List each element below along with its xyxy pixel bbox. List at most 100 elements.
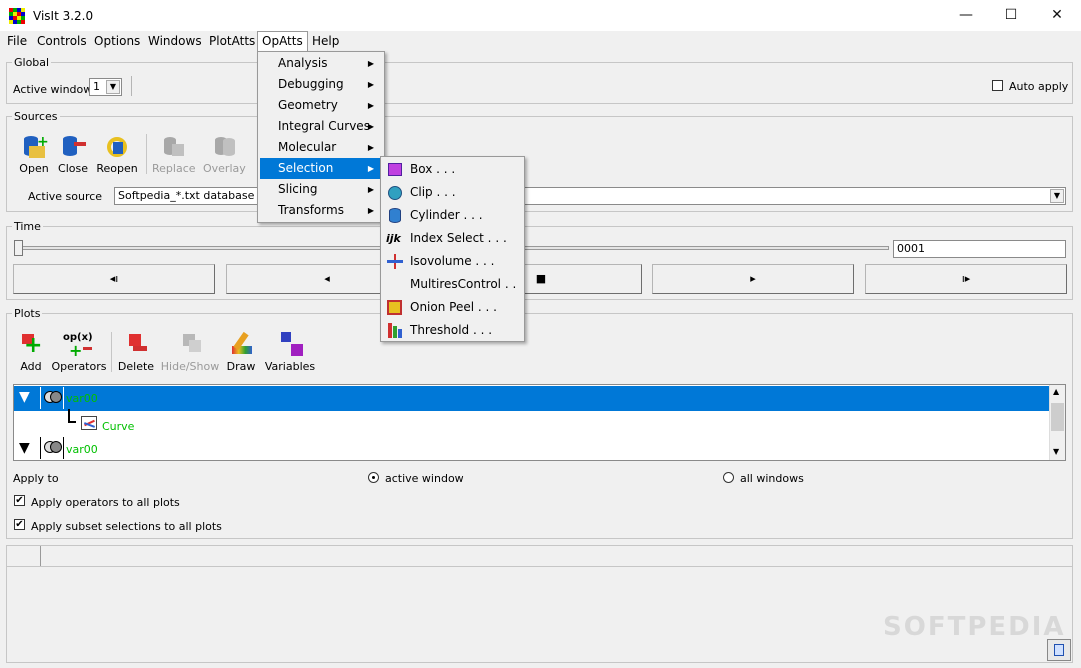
- last-frame-button[interactable]: ı▸: [865, 264, 1067, 294]
- replace-icon: [160, 134, 186, 160]
- opatts-integral-curves[interactable]: Integral Curves ▶: [260, 116, 382, 137]
- close-db-icon: [60, 134, 86, 160]
- visit-logo-icon: [9, 8, 25, 24]
- plot-list-scrollbar[interactable]: ▲ ▼: [1049, 385, 1065, 460]
- menu-item-threshold[interactable]: Threshold . . .: [383, 320, 523, 341]
- menu-item-onion-peel[interactable]: Onion Peel . . .: [383, 297, 523, 318]
- menu-item-clip[interactable]: Clip . . .: [383, 182, 523, 203]
- replace-button[interactable]: Replace: [152, 134, 196, 175]
- sources-label: Sources: [12, 110, 60, 123]
- scroll-down-icon[interactable]: ▼: [1053, 447, 1059, 456]
- expand-triangle-icon[interactable]: ▼: [19, 389, 30, 405]
- box-icon: [388, 163, 402, 176]
- menu-options[interactable]: Options: [90, 31, 144, 51]
- opatts-menu: Analysis ▶ Debugging ▶ Geometry ▶ Integral …: [257, 51, 385, 223]
- replace-label: Replace: [152, 162, 196, 175]
- overlay-button[interactable]: Overlay: [203, 134, 246, 175]
- reopen-button[interactable]: Reopen: [96, 134, 138, 175]
- expand-triangle-icon[interactable]: ▼: [19, 440, 30, 456]
- separator: [146, 134, 147, 174]
- menu-plotatts[interactable]: PlotAtts: [205, 31, 259, 51]
- play-button[interactable]: ▸: [652, 264, 854, 294]
- apply-subset-label: Apply subset selections to all plots: [31, 520, 222, 533]
- delete-plot-label: Delete: [117, 360, 155, 373]
- apply-operators-checkbox[interactable]: ✔: [14, 495, 25, 506]
- output-tab[interactable]: [7, 546, 41, 566]
- submenu-arrow-icon: ▶: [367, 185, 374, 194]
- time-label: Time: [12, 220, 43, 233]
- curve-plot-icon: [81, 416, 97, 430]
- submenu-arrow-icon: ▶: [367, 122, 374, 131]
- plot-variable-label: var00: [66, 392, 98, 405]
- overlay-icon: [211, 134, 237, 160]
- draw-icon: [228, 331, 254, 358]
- title-bar: VisIt 3.2.0 — ☐ ✕: [0, 0, 1081, 31]
- global-group: [6, 62, 1073, 104]
- open-label: Open: [19, 162, 49, 175]
- window-title: VisIt 3.2.0: [33, 9, 94, 23]
- opatts-geometry[interactable]: Geometry ▶: [260, 95, 382, 116]
- active-window-radio[interactable]: [368, 472, 379, 483]
- menu-item-isovolume[interactable]: Isovolume . . .: [383, 251, 523, 272]
- close-source-label: Close: [58, 162, 88, 175]
- opatts-transforms[interactable]: Transforms ▶: [260, 200, 382, 221]
- menu-help[interactable]: Help: [308, 31, 343, 51]
- variables-button[interactable]: Variables: [262, 332, 318, 373]
- open-button[interactable]: + Open: [16, 134, 52, 175]
- first-frame-button[interactable]: ◂ı: [13, 264, 215, 294]
- delete-icon: [123, 332, 149, 358]
- add-plot-button[interactable]: + Add: [14, 332, 48, 373]
- menu-controls[interactable]: Controls: [33, 31, 91, 51]
- cylinder-icon: [389, 208, 401, 223]
- plot-visibility-icon[interactable]: [40, 387, 64, 409]
- draw-button[interactable]: Draw: [224, 331, 258, 373]
- plot-visibility-icon[interactable]: [40, 437, 64, 459]
- plot-variable-label: var00: [66, 443, 98, 456]
- separator: [131, 76, 132, 96]
- scroll-thumb[interactable]: [1051, 403, 1064, 431]
- clip-icon: [388, 186, 402, 200]
- time-slider-handle[interactable]: [14, 240, 23, 256]
- minimize-button[interactable]: —: [943, 0, 989, 31]
- time-frame-field[interactable]: 0001: [893, 240, 1066, 258]
- menu-item-multirescontrol[interactable]: MultiresControl . . .: [383, 274, 523, 312]
- open-icon: +: [21, 134, 49, 160]
- menu-item-box[interactable]: Box . . .: [383, 159, 523, 180]
- active-source-value: Softpedia_*.txt database: [118, 189, 255, 202]
- threshold-icon: [388, 323, 392, 338]
- apply-subset-checkbox[interactable]: ✔: [14, 519, 25, 530]
- operators-icon: op(x) +: [63, 332, 93, 360]
- menu-item-cylinder[interactable]: Cylinder . . .: [383, 205, 523, 226]
- menu-windows[interactable]: Windows: [144, 31, 206, 51]
- close-source-button[interactable]: Close: [56, 134, 90, 175]
- hide-show-label: Hide/Show: [160, 360, 220, 373]
- watermark: SOFTPEDIA: [883, 612, 1066, 642]
- maximize-button[interactable]: ☐: [988, 0, 1034, 31]
- reopen-label: Reopen: [96, 162, 138, 175]
- all-windows-radio[interactable]: [723, 472, 734, 483]
- plot-row[interactable]: ▼ var00: [14, 437, 1049, 461]
- threshold-icon-bar-3: [398, 329, 402, 338]
- tree-connector: [68, 409, 76, 423]
- menu-file[interactable]: File: [3, 31, 31, 51]
- menu-item-index-select[interactable]: ijk Index Select . . .: [383, 228, 523, 249]
- menu-opatts[interactable]: OpAtts: [257, 31, 308, 51]
- opatts-slicing[interactable]: Slicing ▶: [260, 179, 382, 200]
- opatts-debugging[interactable]: Debugging ▶: [260, 74, 382, 95]
- output-window-button[interactable]: [1047, 639, 1071, 661]
- close-window-button[interactable]: ✕: [1034, 0, 1080, 31]
- plot-row-selected[interactable]: ▼ var00: [14, 386, 1049, 411]
- delete-plot-button[interactable]: Delete: [116, 332, 156, 373]
- curve-plot-label[interactable]: Curve: [102, 420, 134, 433]
- scroll-up-icon[interactable]: ▲: [1053, 387, 1059, 396]
- variables-icon: [277, 332, 303, 358]
- auto-apply-checkbox[interactable]: [992, 80, 1003, 91]
- opatts-analysis[interactable]: Analysis ▶: [260, 53, 382, 74]
- opatts-selection[interactable]: Selection ▶: [260, 158, 382, 179]
- operators-button[interactable]: op(x) + Operators: [50, 332, 108, 373]
- opatts-molecular[interactable]: Molecular ▶: [260, 137, 382, 158]
- menu-bar: File Controls Options Windows PlotAtts O…: [0, 31, 1081, 51]
- add-plot-icon: +: [22, 333, 43, 358]
- active-window-combo[interactable]: 1 ▼: [89, 78, 122, 96]
- hide-show-button[interactable]: Hide/Show: [160, 332, 220, 373]
